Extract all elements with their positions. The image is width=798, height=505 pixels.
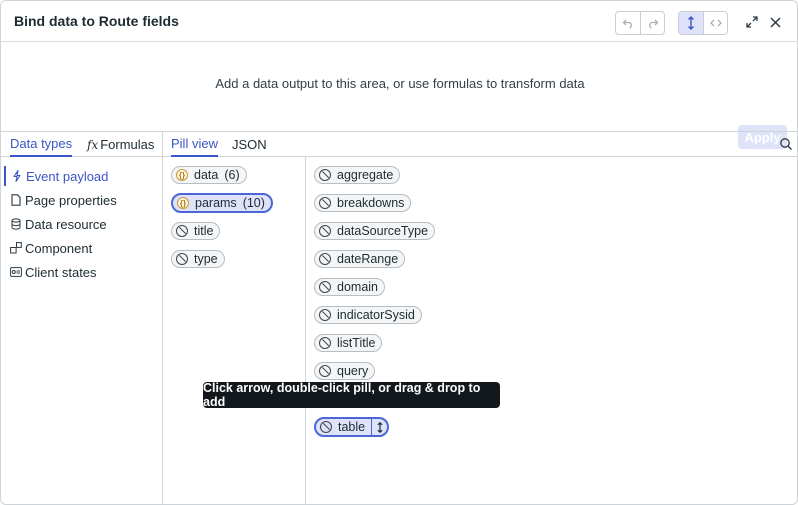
sidebar-item-label: Page properties (25, 192, 117, 208)
client-state-icon (10, 266, 22, 278)
output-drop-area[interactable]: Add a data output to this area, or use f… (1, 43, 797, 149)
sidebar-item-data-resource[interactable]: Data resource (4, 214, 107, 234)
search-icon[interactable] (779, 137, 795, 153)
tabs-divider (162, 132, 163, 158)
pill-label: type (194, 252, 218, 266)
pill-domain[interactable]: domain (314, 278, 385, 296)
pill-label: params (195, 196, 237, 210)
undo-redo-group (615, 11, 665, 35)
pill-query[interactable]: query (314, 362, 376, 380)
pill-label: data (194, 168, 219, 182)
redo-icon[interactable] (640, 12, 664, 34)
null-icon (176, 225, 188, 237)
null-icon (319, 365, 331, 377)
null-icon (319, 169, 331, 181)
null-icon (319, 337, 331, 349)
tabs-row: Data types fx Formulas Pill view JSON (1, 131, 797, 158)
pill-label: aggregate (337, 168, 394, 182)
sidebar-divider (162, 157, 163, 504)
sidebar-item-label: Data resource (25, 216, 107, 232)
null-icon (319, 225, 331, 237)
expand-icon[interactable] (743, 13, 761, 31)
pill-label: listTitle (337, 336, 376, 350)
sidebar-item-label: Client states (25, 264, 97, 280)
null-icon (319, 309, 331, 321)
tab-formulas[interactable]: fx Formulas (87, 132, 154, 157)
pill-type[interactable]: type (171, 250, 225, 268)
page-icon (10, 194, 22, 206)
sidebar-item-event-payload[interactable]: Event payload (4, 166, 108, 186)
pill-daterange[interactable]: dateRange (314, 250, 406, 268)
null-icon (319, 253, 331, 265)
sidebar-item-client-states[interactable]: Client states (4, 262, 97, 282)
pill-data[interactable]: {} data (6) (171, 166, 247, 184)
tab-pill-view[interactable]: Pill view (171, 132, 218, 157)
null-icon (176, 253, 188, 265)
pill-title[interactable]: title (171, 222, 221, 240)
dialog-title: Bind data to Route fields (14, 13, 179, 29)
object-icon: {} (177, 197, 189, 209)
tab-formulas-label: Formulas (100, 137, 155, 152)
sidebar-item-page-properties[interactable]: Page properties (4, 190, 117, 210)
pill-count: (6) (224, 168, 240, 182)
pill-indicatorsysid[interactable]: indicatorSysid (314, 306, 422, 324)
pill-label: indicatorSysid (337, 308, 415, 322)
tooltip: Click arrow, double-click pill, or drag … (203, 381, 500, 409)
component-icon (10, 242, 22, 254)
function-icon: fx (87, 137, 99, 152)
pill-listtitle[interactable]: listTitle (314, 334, 383, 352)
pill-label: domain (337, 280, 378, 294)
tab-data-types[interactable]: Data types (10, 132, 73, 157)
pill-label: breakdowns (337, 196, 405, 210)
pill-label: table (338, 420, 366, 434)
object-icon: {} (176, 169, 188, 181)
pill-label: title (194, 224, 214, 238)
dialog-header: Bind data to Route fields (1, 1, 797, 42)
drop-area-message: Add a data output to this area, or use f… (215, 76, 585, 91)
up-down-arrows-icon[interactable] (679, 12, 703, 34)
code-icon[interactable] (703, 12, 727, 34)
sidebar-item-label: Event payload (26, 168, 109, 184)
view-toggle-group (678, 11, 728, 35)
up-down-arrows-icon (377, 421, 383, 433)
lightning-icon (11, 170, 23, 182)
pill-params[interactable]: {} params (10) (171, 193, 273, 213)
pill-breakdowns[interactable]: breakdowns (314, 194, 412, 212)
bind-data-dialog: Bind data to Route fields Add a data out… (0, 0, 798, 505)
pill-label: query (337, 364, 369, 378)
pill-aggregate[interactable]: aggregate (314, 166, 401, 184)
pill-table[interactable]: table (314, 417, 390, 437)
undo-icon[interactable] (616, 12, 640, 34)
pill-label: dateRange (337, 252, 399, 266)
tab-json[interactable]: JSON (232, 132, 267, 157)
middle-divider (305, 157, 306, 504)
close-icon[interactable] (766, 13, 784, 31)
pill-datasourcetype[interactable]: dataSourceType (314, 222, 436, 240)
null-icon (320, 421, 332, 433)
pill-count: (10) (242, 196, 265, 210)
pill-label: dataSourceType (337, 224, 429, 238)
database-icon (10, 218, 22, 230)
null-icon (319, 281, 331, 293)
add-arrow-button[interactable] (371, 419, 384, 435)
sidebar-item-label: Component (25, 240, 93, 256)
null-icon (319, 197, 331, 209)
sidebar-item-component[interactable]: Component (4, 238, 92, 258)
